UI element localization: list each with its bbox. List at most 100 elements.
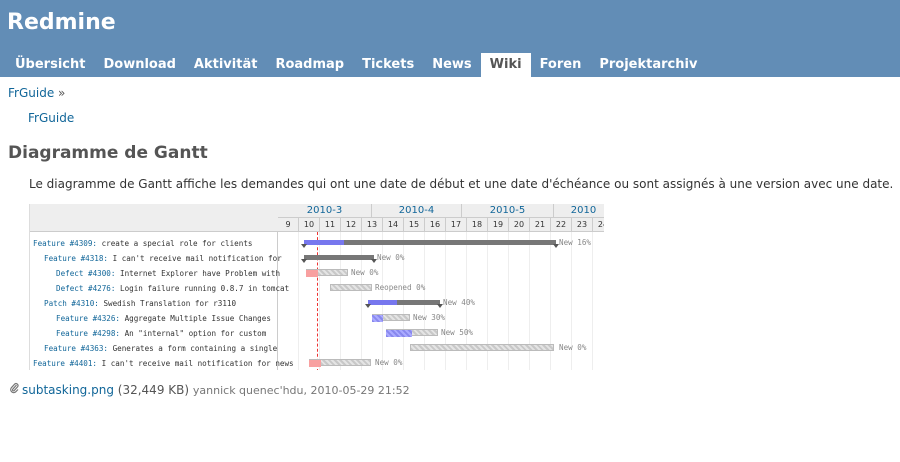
gantt-grid-line — [319, 232, 320, 370]
tab-wiki[interactable]: Wiki — [480, 53, 531, 77]
gantt-day-header: 14 — [383, 218, 404, 232]
gantt-day-header: 21 — [530, 218, 551, 232]
gantt-row: Defect #4276: Login failure running 0.8.… — [56, 281, 289, 296]
breadcrumb-link-frguide[interactable]: FrGuide — [8, 86, 54, 100]
gantt-parent-done-bar — [304, 240, 344, 245]
gantt-row: Defect #4300: Internet Explorer have Pro… — [56, 266, 280, 281]
page-description: Le diagramme de Gantt affiche les demand… — [29, 177, 894, 191]
gantt-subjects-header — [30, 204, 278, 232]
tab-download[interactable]: Download — [94, 53, 184, 77]
gantt-day-header: 11 — [320, 218, 341, 232]
gantt-month-header: 2010-4 — [372, 204, 462, 218]
gantt-day-header: 18 — [467, 218, 488, 232]
tab-foren[interactable]: Foren — [531, 53, 591, 77]
gantt-issue-link[interactable]: Feature #4318: — [44, 254, 108, 263]
gantt-issue-subject: I can't receive mail notification for ne… — [97, 359, 294, 368]
gantt-status-label: New 0% — [559, 343, 587, 352]
gantt-grid-line — [592, 232, 593, 370]
gantt-issue-subject: Generates a form containing a single — [108, 344, 278, 353]
gantt-issue-link[interactable]: Defect #4276: — [56, 284, 115, 293]
gantt-issue-subject: Internet Explorer have Problem with — [115, 269, 281, 278]
gantt-issue-subject: Login failure running 0.8.7 in tomcat — [115, 284, 290, 293]
tab-news[interactable]: News — [423, 53, 480, 77]
main-menu: Übersicht Download Aktivität Roadmap Tic… — [6, 53, 706, 77]
gantt-issue-link[interactable]: Defect #4300: — [56, 269, 115, 278]
app-title[interactable]: Redmine — [7, 10, 116, 35]
gantt-row: Feature #4318: I can't receive mail noti… — [44, 251, 282, 266]
toc-link-frguide[interactable]: FrGuide — [28, 111, 74, 125]
gantt-issue-link[interactable]: Feature #4363: — [44, 344, 108, 353]
gantt-issue-link[interactable]: Feature #4309: — [33, 239, 97, 248]
gantt-day-header: 24 — [593, 218, 604, 232]
gantt-issue-subject: Aggregate Multiple Issue Changes — [120, 314, 271, 323]
gantt-row: Feature #4326: Aggregate Multiple Issue … — [56, 311, 271, 326]
gantt-chart-area: 2010-3 2010-4 2010-5 2010 9 10 11 12 13 14 15 16 17 1… — [278, 204, 604, 370]
gantt-status-label: New 0% — [351, 268, 379, 277]
gantt-done-bar — [372, 315, 383, 322]
gantt-subjects-column: Feature #4309: create a special role for… — [30, 204, 294, 370]
tab-uebersicht[interactable]: Übersicht — [6, 53, 94, 77]
gantt-day-header: 9 — [278, 218, 299, 232]
gantt-issue-subject: create a special role for clients — [97, 239, 253, 248]
gantt-day-header: 20 — [509, 218, 530, 232]
gantt-status-label: New 50% — [441, 328, 474, 337]
gantt-day-header: 19 — [488, 218, 509, 232]
gantt-status-label: New 40% — [443, 298, 476, 307]
gantt-day-header: 12 — [341, 218, 362, 232]
gantt-day-header: 15 — [404, 218, 425, 232]
gantt-today-line — [317, 232, 318, 370]
gantt-grid-line — [340, 232, 341, 370]
gantt-image: Feature #4309: create a special role for… — [29, 204, 604, 370]
gantt-grid-line — [298, 232, 299, 370]
tab-roadmap[interactable]: Roadmap — [266, 53, 353, 77]
gantt-day-header: 22 — [551, 218, 572, 232]
gantt-late-bar — [309, 360, 321, 367]
breadcrumb: FrGuide » — [8, 86, 65, 100]
gantt-issue-link[interactable]: Feature #4401: — [33, 359, 97, 368]
tab-projektarchiv[interactable]: Projektarchiv — [590, 53, 706, 77]
gantt-issue-link[interactable]: Feature #4298: — [56, 329, 120, 338]
breadcrumb-separator: » — [58, 86, 66, 100]
gantt-start-marker-icon — [301, 259, 307, 263]
gantt-month-header: 2010-5 — [462, 204, 554, 218]
attachment-author-date: yannick quenec'hdu, 2010-05-29 21:52 — [192, 384, 410, 397]
gantt-row: Feature #4298: An "internal" option for … — [56, 326, 266, 341]
gantt-task-bar — [410, 344, 554, 351]
attachment: subtasking.png (32,449 KB) yannick quene… — [10, 382, 410, 397]
gantt-day-header: 16 — [425, 218, 446, 232]
gantt-task-bar — [330, 284, 372, 291]
gantt-row: Feature #4401: I can't receive mail noti… — [33, 356, 294, 370]
paperclip-icon — [10, 382, 19, 397]
gantt-done-bar — [386, 330, 412, 337]
gantt-start-marker-icon — [301, 244, 307, 248]
gantt-day-header: 17 — [446, 218, 467, 232]
gantt-month-header: 2010 — [554, 204, 604, 218]
gantt-day-header: 13 — [362, 218, 383, 232]
gantt-start-marker-icon — [365, 304, 371, 308]
gantt-issue-subject: I can't receive mail notification for — [108, 254, 282, 263]
attachment-filename-link[interactable]: subtasking.png — [22, 383, 114, 397]
gantt-day-header: 10 — [299, 218, 320, 232]
tab-tickets[interactable]: Tickets — [353, 53, 423, 77]
gantt-issue-subject: Swedish Translation for r3110 — [98, 299, 237, 308]
page-title: Diagramme de Gantt — [8, 143, 208, 163]
gantt-status-label: New 0% — [375, 358, 403, 367]
gantt-day-header: 23 — [572, 218, 593, 232]
tab-aktivitaet[interactable]: Aktivität — [185, 53, 267, 77]
gantt-issue-link[interactable]: Feature #4326: — [56, 314, 120, 323]
gantt-parent-done-bar — [368, 300, 397, 305]
gantt-parent-bar — [304, 255, 374, 260]
gantt-status-label: Reopened 0% — [375, 283, 426, 292]
gantt-month-header: 2010-3 — [278, 204, 372, 218]
gantt-row: Patch #4310: Swedish Translation for r31… — [44, 296, 236, 311]
gantt-grid-line — [361, 232, 362, 370]
gantt-status-label: New 16% — [559, 238, 592, 247]
gantt-issue-link[interactable]: Patch #4310: — [44, 299, 99, 308]
gantt-row: Feature #4309: create a special role for… — [33, 236, 252, 251]
gantt-row: Feature #4363: Generates a form containi… — [44, 341, 277, 356]
gantt-issue-subject: An "internal" option for custom — [120, 329, 267, 338]
gantt-status-label: New 30% — [413, 313, 446, 322]
gantt-late-bar — [306, 270, 318, 277]
header: Redmine Übersicht Download Aktivität Roa… — [0, 0, 900, 77]
attachment-size: (32,449 KB) — [117, 383, 190, 397]
